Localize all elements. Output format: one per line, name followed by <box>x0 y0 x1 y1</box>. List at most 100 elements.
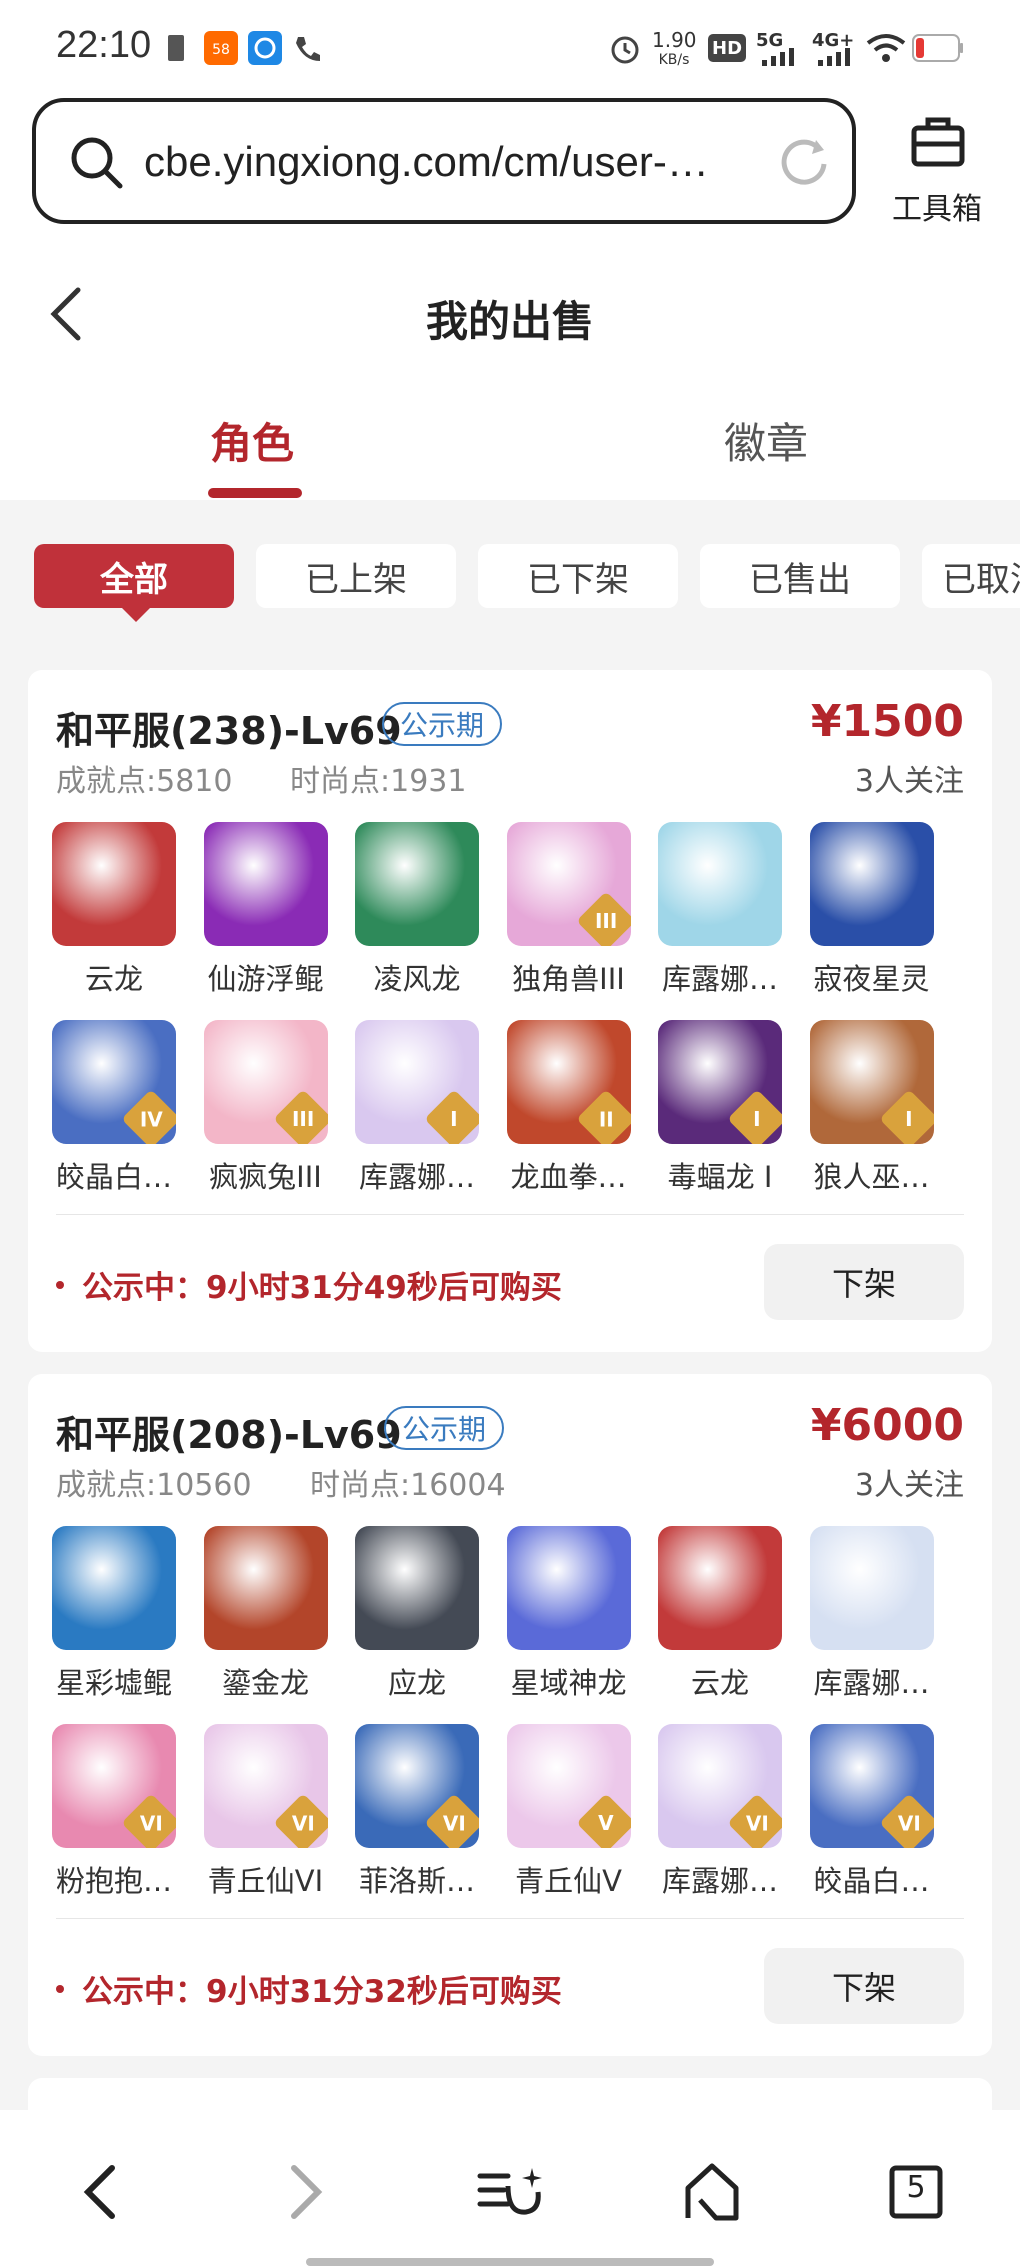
tier-badge: VI <box>121 1793 176 1848</box>
pet-item[interactable]: 星域神龙 <box>499 1526 639 1702</box>
status-bar: 22:10 58 1.90 KB/s HD 5G 4G+ <box>0 0 1020 96</box>
pet-item[interactable]: VI 皎晶白… <box>802 1724 942 1900</box>
pet-image: I <box>809 1020 934 1144</box>
pet-name: 库露娜… <box>358 1160 475 1194</box>
pet-name: 凌风龙 <box>373 962 461 996</box>
pet-item[interactable]: 云龙 <box>44 822 184 998</box>
pet-item[interactable]: 云龙 <box>650 1526 790 1702</box>
tier-badge: I <box>424 1089 479 1144</box>
page-header: 我的出售 角色 徽章 <box>0 250 1020 500</box>
pet-item[interactable]: VI 粉抱抱… <box>44 1724 184 1900</box>
fashion-points: 时尚点:16004 <box>310 1468 506 1503</box>
app-58-icon: 58 <box>204 30 238 66</box>
pet-image: III <box>506 822 631 946</box>
pet-image <box>355 1526 479 1650</box>
filter-cancelled[interactable]: 已取消 <box>922 544 1020 608</box>
svg-text:58: 58 <box>212 42 230 58</box>
follower-count: 3人关注 <box>854 1468 964 1503</box>
browser-bar: cbe.yingxiong.com/cm/user-… 工具箱 <box>0 96 1020 250</box>
pet-item[interactable]: III 疯疯兔III <box>196 1020 336 1196</box>
tab-role[interactable]: 角色 <box>210 410 294 471</box>
browser-bottom-bar: 5 <box>0 2110 1020 2267</box>
pet-name: 云龙 <box>84 962 143 996</box>
filter-sold[interactable]: 已售出 <box>700 544 900 608</box>
nav-forward-icon[interactable] <box>270 2156 342 2228</box>
pet-item[interactable]: 库露娜… <box>802 1526 942 1702</box>
pet-item[interactable]: 凌风龙 <box>347 822 487 998</box>
achievement-points: 成就点:5810 <box>56 764 233 799</box>
filter-listed[interactable]: 已上架 <box>256 544 456 608</box>
tab-badge[interactable]: 徽章 <box>724 410 808 471</box>
public-notice: 公示中：9小时31分32秒后可购买 <box>56 1966 562 2011</box>
pet-item[interactable]: 应龙 <box>347 1526 487 1702</box>
pet-name: 狼人巫… <box>813 1160 930 1194</box>
pet-item[interactable]: VI 库露娜… <box>650 1724 790 1900</box>
toolbox-label[interactable]: 工具箱 <box>892 184 982 228</box>
filter-all[interactable]: 全部 <box>34 544 234 608</box>
pet-image: I <box>658 1020 782 1144</box>
pet-name: 星彩墟鲲 <box>55 1666 172 1700</box>
pet-name: 应龙 <box>387 1666 446 1700</box>
price: ¥6000 <box>810 1400 964 1451</box>
tier-badge: VI <box>272 1793 328 1848</box>
pet-image: VI <box>355 1724 479 1848</box>
pet-item[interactable]: 鎏金龙 <box>196 1526 336 1702</box>
call-icon <box>290 30 324 66</box>
follower-count: 3人关注 <box>854 764 964 799</box>
pet-item[interactable]: 星彩墟鲲 <box>44 1526 184 1702</box>
server-level: 和平服(208)-Lv69 <box>56 1413 402 1457</box>
pet-image <box>658 822 782 946</box>
listing-card[interactable]: 和平服(238)-Lv69 公示期 ¥1500 3人关注 成就点:5810 时尚… <box>28 670 992 1352</box>
pet-item[interactable]: II 龙血拳… <box>499 1020 639 1196</box>
pet-item[interactable]: VI 菲洛斯… <box>347 1724 487 1900</box>
pet-name: 龙血拳… <box>510 1160 627 1194</box>
tier-badge: VI <box>424 1793 479 1848</box>
pet-image: V <box>506 1724 631 1848</box>
pet-image <box>809 1526 934 1650</box>
filter-delisted[interactable]: 已下架 <box>478 544 678 608</box>
wifi-icon <box>866 30 906 66</box>
tabs-button[interactable]: 5 <box>880 2156 952 2228</box>
pet-item[interactable]: I 毒蝠龙 I <box>650 1020 790 1196</box>
pet-image <box>658 1526 782 1650</box>
pet-item[interactable]: IV 皎晶白… <box>44 1020 184 1196</box>
pet-item[interactable]: 仙游浮鲲 <box>196 822 336 998</box>
pet-name: 粉抱抱… <box>55 1864 172 1898</box>
pet-item[interactable]: I 狼人巫… <box>802 1020 942 1196</box>
tier-badge: III <box>575 891 631 946</box>
pet-name: 青丘仙V <box>515 1864 622 1898</box>
status-time: 22:10 <box>56 24 152 66</box>
tier-badge: IV <box>121 1089 176 1144</box>
pet-name: 库露娜… <box>661 1864 778 1898</box>
pet-image <box>52 822 176 946</box>
pet-item[interactable]: 寂夜星灵 <box>802 822 942 998</box>
pet-image <box>52 1526 176 1650</box>
toolbox-icon[interactable] <box>910 114 966 170</box>
server-level: 和平服(238)-Lv69 <box>56 709 402 753</box>
listing-card[interactable]: 和平服(208)-Lv69 公示期 ¥6000 3人关注 成就点:10560 时… <box>28 1374 992 2056</box>
pet-item[interactable]: VI 青丘仙VI <box>196 1724 336 1900</box>
pet-image: VI <box>52 1724 176 1848</box>
address-bar[interactable]: cbe.yingxiong.com/cm/user-… <box>32 98 856 224</box>
card-divider <box>56 1214 964 1215</box>
tab-count: 5 <box>906 2170 926 2205</box>
feed-icon[interactable] <box>474 2156 546 2228</box>
delist-button[interactable]: 下架 <box>764 1244 964 1320</box>
pet-item[interactable]: V 青丘仙V <box>499 1724 639 1900</box>
nav-back-icon[interactable] <box>64 2156 136 2228</box>
refresh-icon[interactable] <box>776 134 832 190</box>
pet-item[interactable]: III 独角兽III <box>499 822 639 998</box>
home-icon[interactable] <box>676 2156 748 2228</box>
pet-image: VI <box>809 1724 934 1848</box>
pet-name: 青丘仙VI <box>207 1864 324 1898</box>
tier-badge: V <box>575 1793 631 1848</box>
pet-name: 鎏金龙 <box>221 1666 309 1700</box>
pet-item[interactable]: I 库露娜… <box>347 1020 487 1196</box>
pet-name: 皎晶白… <box>813 1864 930 1898</box>
pet-name: 云龙 <box>690 1666 749 1700</box>
pet-name: 寂夜星灵 <box>813 962 930 996</box>
delist-button[interactable]: 下架 <box>764 1948 964 2024</box>
battery-icon <box>912 30 964 66</box>
url-text[interactable]: cbe.yingxiong.com/cm/user-… <box>144 138 754 186</box>
pet-item[interactable]: 库露娜… <box>650 822 790 998</box>
